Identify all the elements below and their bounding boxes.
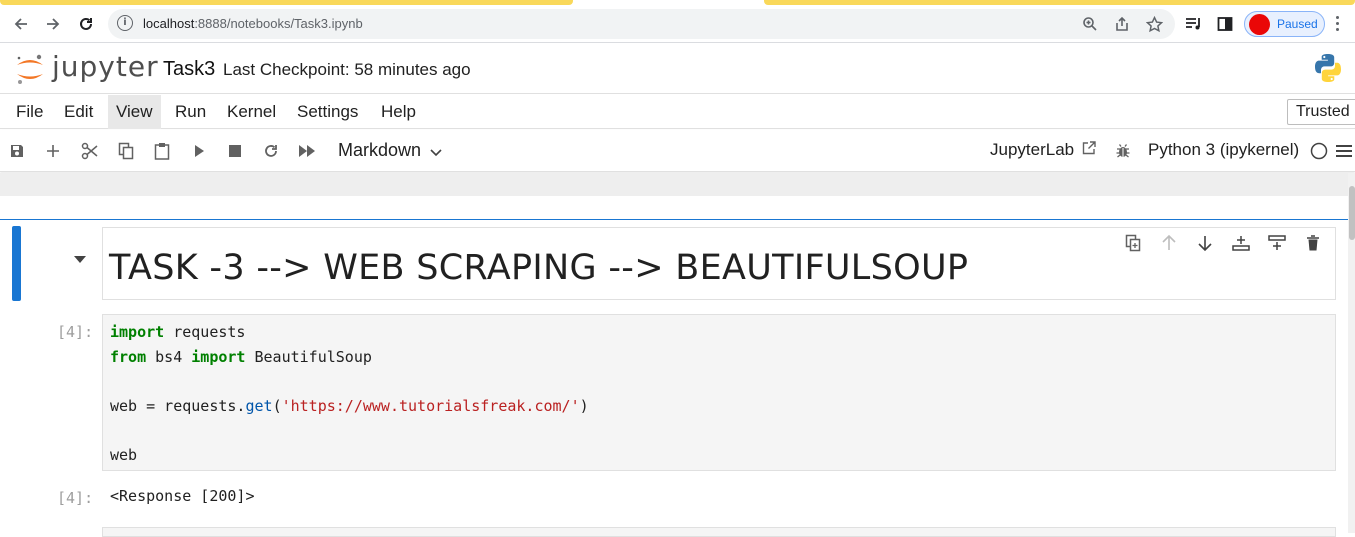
forward-arrow-icon[interactable] (42, 13, 64, 35)
kernel-idle-circle-icon (1309, 141, 1329, 161)
cell-collapser[interactable] (12, 226, 21, 301)
jupyterlab-link[interactable]: JupyterLab (990, 140, 1096, 160)
site-info-icon[interactable]: i (117, 15, 133, 31)
url-text[interactable]: localhost:8888/notebooks/Task3.ipynb (143, 16, 363, 31)
media-queue-icon[interactable] (1184, 14, 1204, 34)
browser-address-bar: i localhost:8888/notebooks/Task3.ipynb P… (0, 5, 1355, 43)
notebook-title[interactable]: Task3 (163, 58, 215, 81)
scrollbar-thumb[interactable] (1349, 186, 1355, 240)
jupyter-logo-icon[interactable] (14, 52, 46, 86)
cell-type-dropdown[interactable]: Markdown (338, 140, 442, 162)
next-code-cell[interactable] (102, 527, 1336, 537)
profile-paused-button[interactable]: Paused (1244, 11, 1325, 37)
notebook-toolbar: Markdown JupyterLab Python 3 (ipykernel) (0, 130, 1355, 172)
jupyterlab-label: JupyterLab (990, 140, 1075, 159)
move-down-arrow-icon[interactable] (1196, 234, 1214, 252)
zoom-icon[interactable] (1081, 15, 1099, 33)
menu-help[interactable]: Help (381, 95, 416, 129)
menu-settings[interactable]: Settings (297, 95, 358, 129)
trusted-indicator[interactable]: Trusted (1287, 99, 1355, 125)
debugger-bug-icon[interactable] (1113, 141, 1133, 161)
cell-output: <Response [200]> (110, 487, 255, 505)
insert-below-icon[interactable] (1268, 234, 1286, 252)
code-line: import requests (110, 323, 246, 341)
add-cell-icon[interactable] (43, 141, 63, 161)
caret-down-icon[interactable] (74, 256, 86, 263)
fast-forward-icon[interactable] (297, 141, 317, 161)
avatar (1249, 14, 1270, 35)
code-line: from bs4 import BeautifulSoup (110, 347, 372, 366)
code-line: web (110, 445, 138, 464)
last-checkpoint-text: Last Checkpoint: 58 minutes ago (223, 60, 471, 79)
toolbar-menu-icon[interactable] (1335, 141, 1353, 161)
share-icon[interactable] (1113, 15, 1131, 33)
back-arrow-icon[interactable] (10, 13, 32, 35)
restart-icon[interactable] (261, 141, 281, 161)
save-icon[interactable] (7, 141, 27, 161)
code-line: web = requests.get('https://www.tutorial… (110, 396, 589, 415)
kernel-name[interactable]: Python 3 (ipykernel) (1148, 140, 1299, 160)
cell-type-value: Markdown (338, 140, 422, 160)
output-prompt: [4]: (57, 489, 94, 507)
browser-menu-icon[interactable] (1336, 16, 1340, 32)
menu-file[interactable]: File (16, 95, 43, 129)
delete-cell-icon[interactable] (1304, 234, 1322, 252)
paste-icon[interactable] (152, 141, 172, 161)
duplicate-cell-icon[interactable] (1124, 234, 1142, 252)
stop-icon[interactable] (225, 141, 245, 161)
external-link-icon (1082, 140, 1096, 160)
chevron-down-icon (430, 141, 442, 162)
menu-edit[interactable]: Edit (64, 95, 93, 129)
run-icon[interactable] (189, 141, 209, 161)
menu-run[interactable]: Run (175, 95, 206, 129)
code-text[interactable]: import requests from bs4 import Beautifu… (110, 320, 589, 467)
bookmark-star-icon[interactable] (1145, 15, 1163, 33)
menu-kernel[interactable]: Kernel (227, 95, 276, 129)
omnibox[interactable]: i localhost:8888/notebooks/Task3.ipynb (108, 9, 1175, 39)
side-panel-icon[interactable] (1215, 14, 1235, 34)
markdown-heading: TASK -3 --> WEB SCRAPING --> BEAUTIFULSO… (109, 248, 969, 288)
menu-bar: File Edit View Run Kernel Settings Help … (0, 95, 1355, 129)
insert-above-icon[interactable] (1232, 234, 1250, 252)
notebook-top-band (0, 173, 1348, 196)
move-up-arrow-icon[interactable] (1160, 234, 1178, 252)
menu-view[interactable]: View (108, 95, 161, 129)
cut-icon[interactable] (80, 141, 100, 161)
python-logo-icon (1313, 53, 1343, 83)
jupyter-header: jupyter Task3 Last Checkpoint: 58 minute… (0, 44, 1355, 94)
copy-icon[interactable] (116, 141, 136, 161)
reload-icon[interactable] (75, 13, 97, 35)
input-prompt: [4]: (57, 323, 94, 341)
jupyter-logo-text: jupyter (52, 50, 159, 83)
profile-status-label: Paused (1277, 17, 1318, 31)
